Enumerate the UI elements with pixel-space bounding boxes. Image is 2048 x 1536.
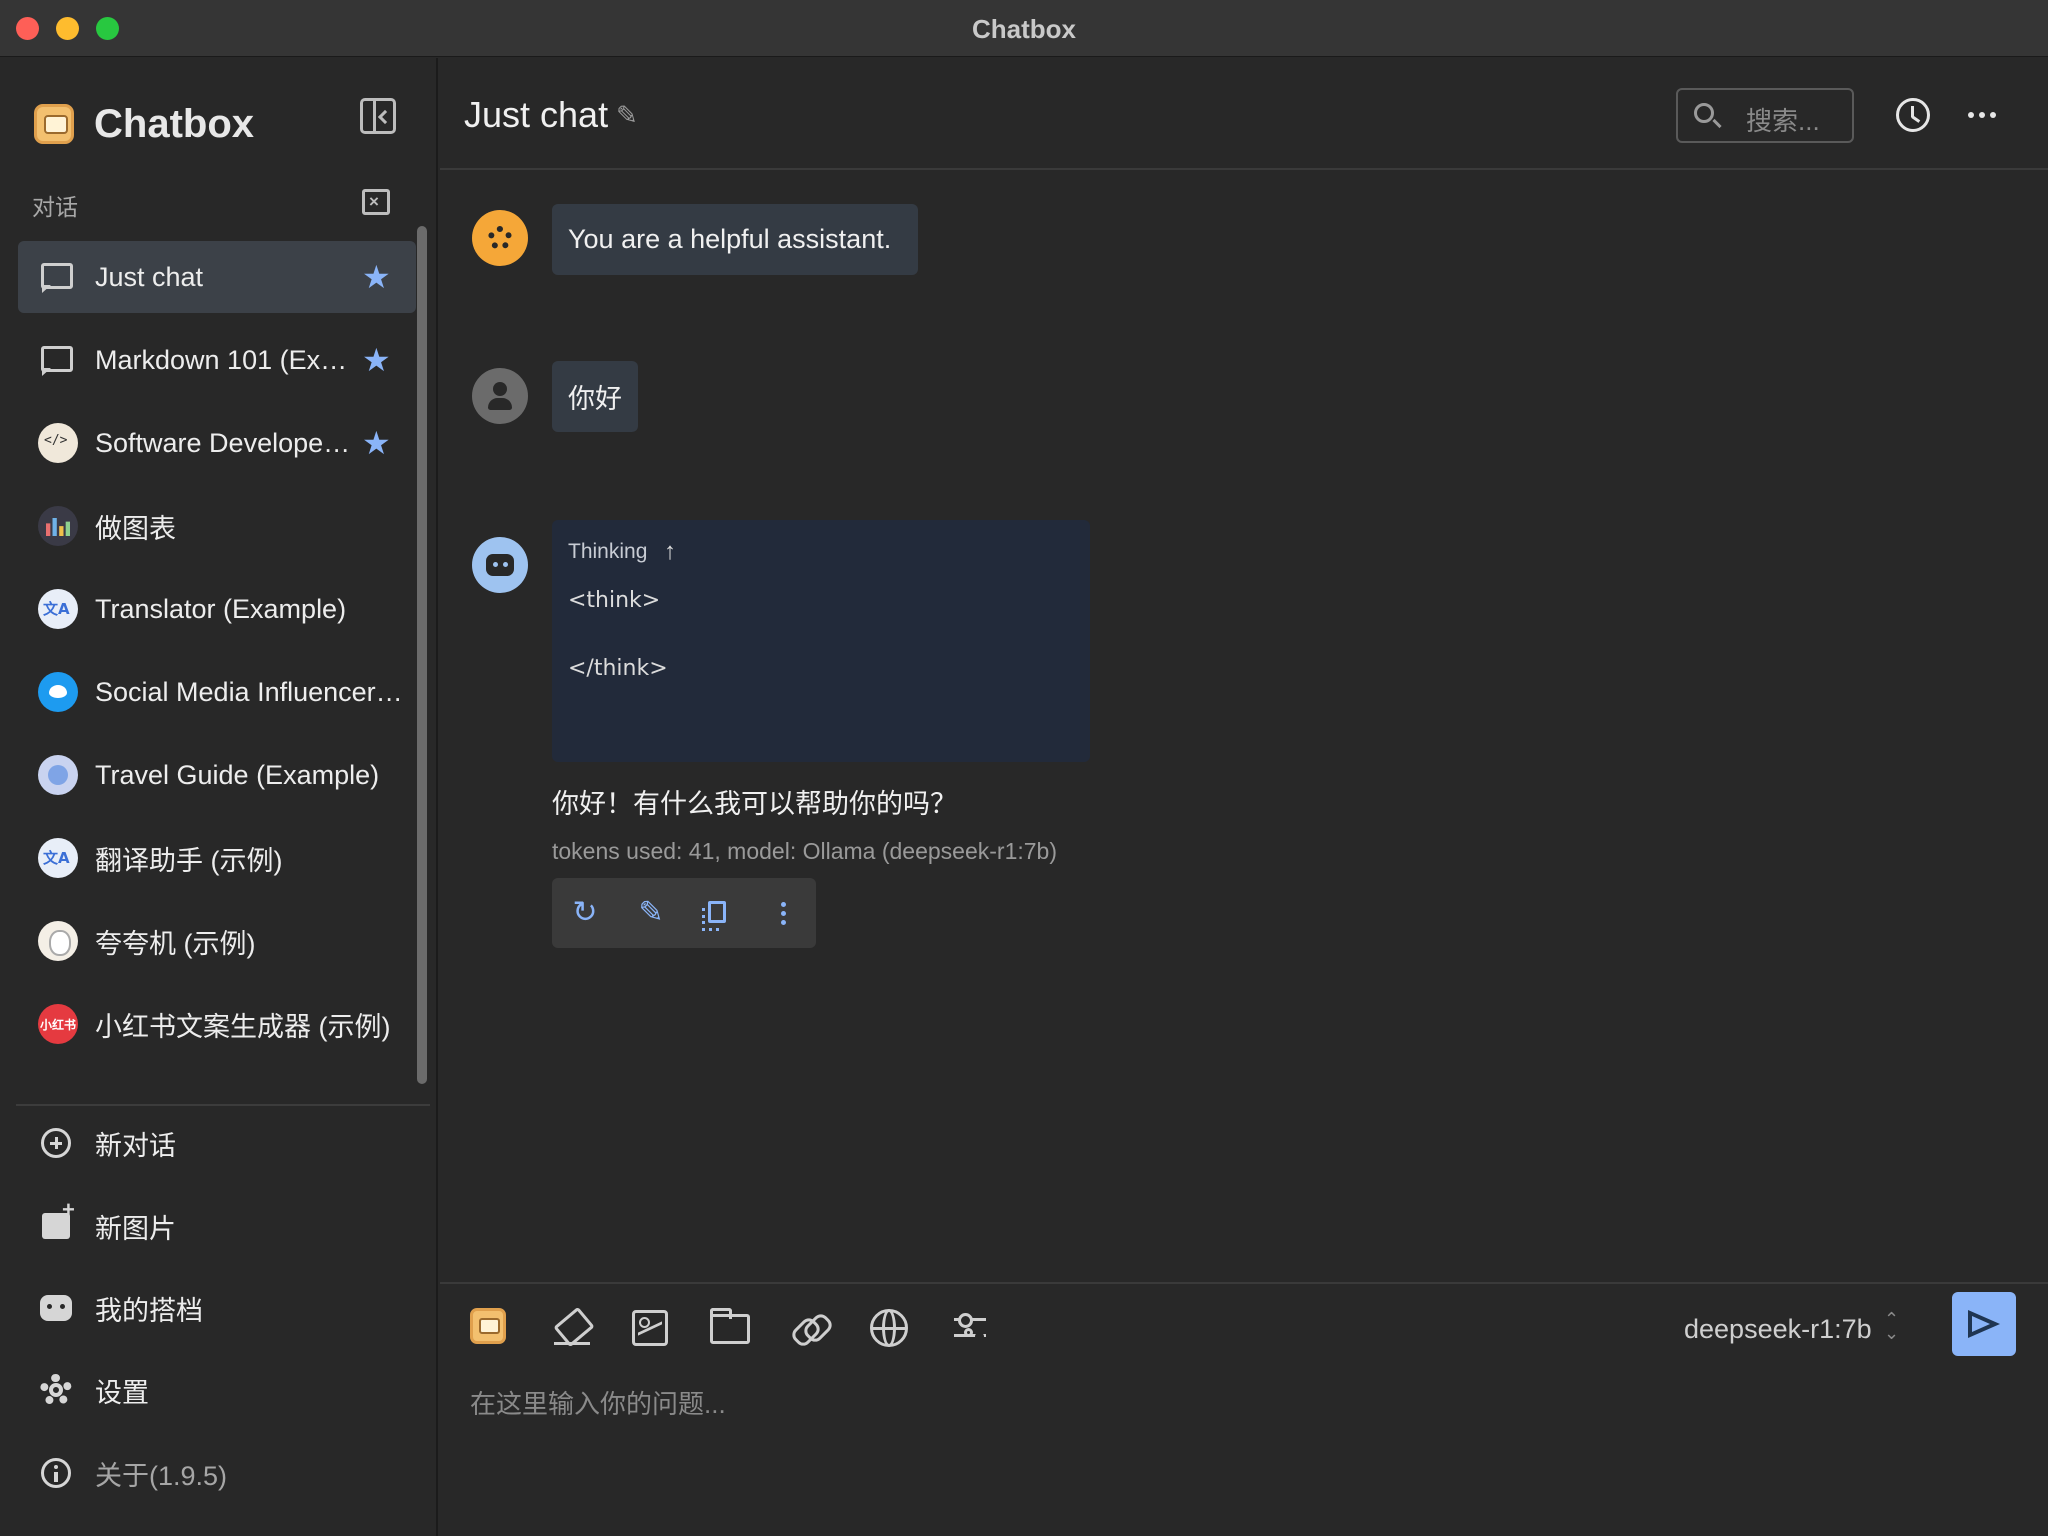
conversation-label: Travel Guide (Example)	[95, 760, 379, 791]
search-icon	[1694, 103, 1714, 123]
conversation-label: Translator (Example)	[95, 594, 346, 625]
system-message: You are a helpful assistant.	[552, 204, 918, 275]
chat-bubble-icon	[38, 340, 78, 380]
conversation-label: Social Media Influencer (Example)	[95, 677, 405, 708]
about-label: 关于(1.9.5)	[95, 1454, 227, 1493]
sidebar-divider	[16, 1104, 430, 1106]
new-image-button[interactable]: 新图片	[18, 1190, 416, 1262]
link-icon[interactable]	[790, 1308, 830, 1348]
assistant-avatar-robot-icon	[472, 537, 528, 593]
conversation-label: Just chat	[95, 262, 203, 293]
info-icon	[41, 1458, 71, 1488]
new-chat-button[interactable]: 新对话	[18, 1107, 416, 1179]
user-message: 你好	[552, 361, 638, 432]
think-close-tag: </think>	[568, 656, 668, 681]
translate-avatar-icon	[38, 838, 78, 878]
search-placeholder: 搜索...	[1746, 101, 1820, 138]
developer-avatar-icon	[38, 423, 78, 463]
chat-title: Just chat	[464, 94, 608, 136]
regenerate-icon[interactable]: ↻	[570, 898, 600, 928]
thinking-label: Thinking	[568, 540, 647, 564]
chat-header: Just chat ✎ 搜索...	[440, 58, 2048, 170]
add-image-icon	[42, 1213, 70, 1239]
sidebar-scrollbar[interactable]	[417, 226, 427, 1084]
chevron-up-down-icon[interactable]: ⌃⌄	[1884, 1312, 1899, 1340]
edit-icon[interactable]: ✎	[636, 898, 666, 928]
thinking-block[interactable]: Thinking ↑ <think> </think>	[552, 520, 1090, 762]
conversation-item-cheer-bot[interactable]: 夸夸机 (示例)	[18, 905, 416, 977]
conversation-label: Software Developer (Example)	[95, 428, 355, 459]
conversations-section-label: 对话	[32, 188, 78, 222]
add-circle-icon	[41, 1128, 71, 1158]
new-image-label: 新图片	[95, 1207, 176, 1246]
settings-button[interactable]: 设置	[18, 1354, 416, 1426]
message-actions-toolbar: ↻ ✎	[552, 878, 816, 948]
image-icon[interactable]	[632, 1310, 668, 1346]
sidebar: Chatbox 对话 Just chat ★ Markdown 101 (Exa…	[0, 58, 438, 1536]
conversation-list: Just chat ★ Markdown 101 (Example) ★ Sof…	[18, 241, 416, 1071]
system-avatar-gear-icon	[472, 210, 528, 266]
conversation-item-social-media-influencer[interactable]: Social Media Influencer (Example)	[18, 656, 416, 728]
my-copilots-label: 我的搭档	[95, 1289, 203, 1328]
history-icon[interactable]	[1896, 98, 1930, 132]
robot-icon	[40, 1295, 72, 1321]
conversation-label: 小红书文案生成器 (示例)	[95, 1005, 390, 1044]
title-bar: Chatbox	[0, 0, 2048, 57]
conversation-item-translator[interactable]: Translator (Example)	[18, 573, 416, 645]
folder-icon[interactable]	[710, 1314, 750, 1344]
brand-name: Chatbox	[94, 102, 254, 147]
edit-pencil-icon[interactable]: ✎	[616, 103, 640, 127]
star-icon[interactable]: ★	[362, 341, 391, 379]
eraser-icon[interactable]	[552, 1308, 592, 1348]
send-button[interactable]	[1952, 1292, 2016, 1356]
assistant-reply: 你好！有什么我可以帮助你的吗？	[552, 782, 957, 821]
conversation-label: Markdown 101 (Example)	[95, 345, 355, 376]
conversation-label: 做图表	[95, 507, 176, 546]
chat-bubble-icon	[38, 257, 78, 297]
brand: Chatbox	[34, 94, 254, 154]
chatbox-logo-icon	[34, 104, 74, 144]
more-horizontal-icon[interactable]	[1968, 112, 1974, 118]
chat-panel: Just chat ✎ 搜索... You are a helpful assi…	[440, 58, 2048, 1536]
conversation-item-make-chart[interactable]: 做图表	[18, 490, 416, 562]
clear-conversations-icon[interactable]	[362, 189, 390, 215]
about-button[interactable]: 关于(1.9.5)	[18, 1437, 416, 1509]
search-input[interactable]: 搜索...	[1676, 88, 1854, 143]
model-selector[interactable]: deepseek-r1:7b	[1684, 1314, 1872, 1345]
conversation-item-xiaohongshu[interactable]: 小红书 小红书文案生成器 (示例)	[18, 988, 416, 1060]
app-window: Chatbox Chatbox 对话 Just chat ★ Markdown …	[0, 0, 2048, 1536]
conversation-label: 夸夸机 (示例)	[95, 922, 255, 961]
message-input[interactable]: 在这里输入你的问题...	[470, 1384, 726, 1421]
gear-icon	[40, 1374, 72, 1406]
conversation-item-markdown-101[interactable]: Markdown 101 (Example) ★	[18, 324, 416, 396]
collapse-sidebar-icon[interactable]	[360, 98, 396, 134]
chart-avatar-icon	[38, 506, 78, 546]
more-vertical-icon[interactable]	[768, 898, 798, 928]
translate-avatar-icon	[38, 589, 78, 629]
conversation-label: 翻译助手 (示例)	[95, 839, 282, 878]
conversation-item-just-chat[interactable]: Just chat ★	[18, 241, 416, 313]
message-meta: tokens used: 41, model: Ollama (deepseek…	[552, 838, 1057, 865]
collapse-arrow-up-icon[interactable]: ↑	[664, 538, 676, 566]
xiaohongshu-avatar-icon: 小红书	[38, 1004, 78, 1044]
user-avatar-icon	[472, 368, 528, 424]
composer: deepseek-r1:7b ⌃⌄ 在这里输入你的问题...	[440, 1282, 2048, 1536]
settings-label: 设置	[95, 1371, 149, 1410]
window-title: Chatbox	[0, 14, 2048, 45]
twitter-avatar-icon	[38, 672, 78, 712]
think-open-tag: <think>	[568, 588, 660, 613]
cheer-avatar-icon	[38, 921, 78, 961]
conversation-item-travel-guide[interactable]: Travel Guide (Example)	[18, 739, 416, 811]
copy-icon[interactable]	[702, 898, 732, 928]
globe-icon[interactable]	[870, 1309, 908, 1347]
conversation-item-translation-assistant[interactable]: 翻译助手 (示例)	[18, 822, 416, 894]
my-copilots-button[interactable]: 我的搭档	[18, 1272, 416, 1344]
new-chat-label: 新对话	[95, 1124, 176, 1163]
sliders-knob	[964, 1328, 973, 1337]
conversation-item-software-developer[interactable]: Software Developer (Example) ★	[18, 407, 416, 479]
star-icon[interactable]: ★	[362, 424, 391, 462]
star-icon[interactable]: ★	[362, 258, 391, 296]
travel-avatar-icon	[38, 755, 78, 795]
chatbox-logo-icon[interactable]	[470, 1308, 506, 1344]
